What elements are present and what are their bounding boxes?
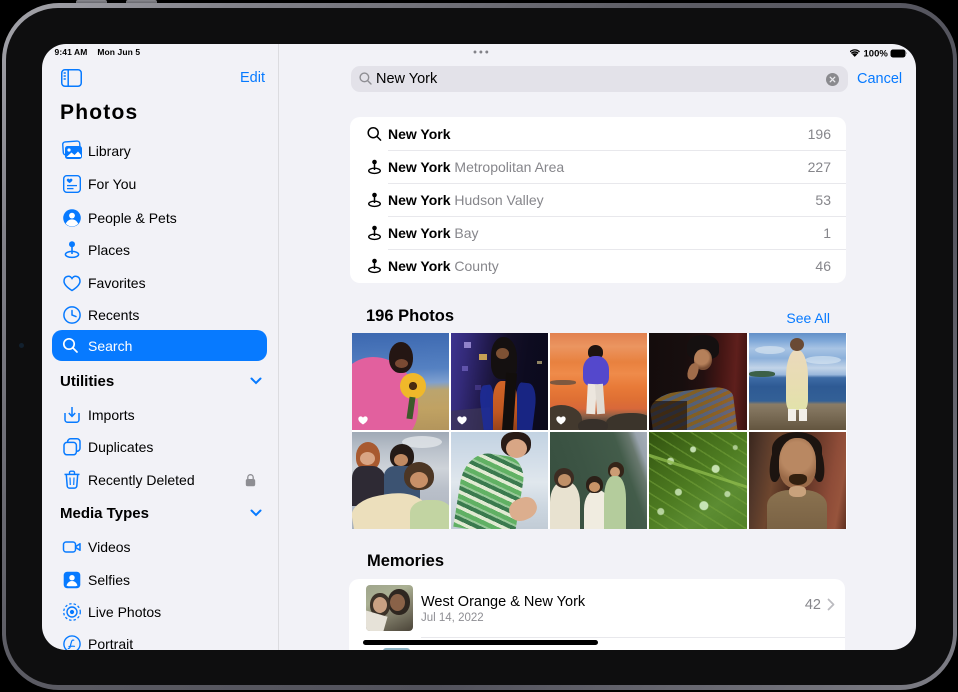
svg-text:100%: 100%: [863, 49, 888, 59]
